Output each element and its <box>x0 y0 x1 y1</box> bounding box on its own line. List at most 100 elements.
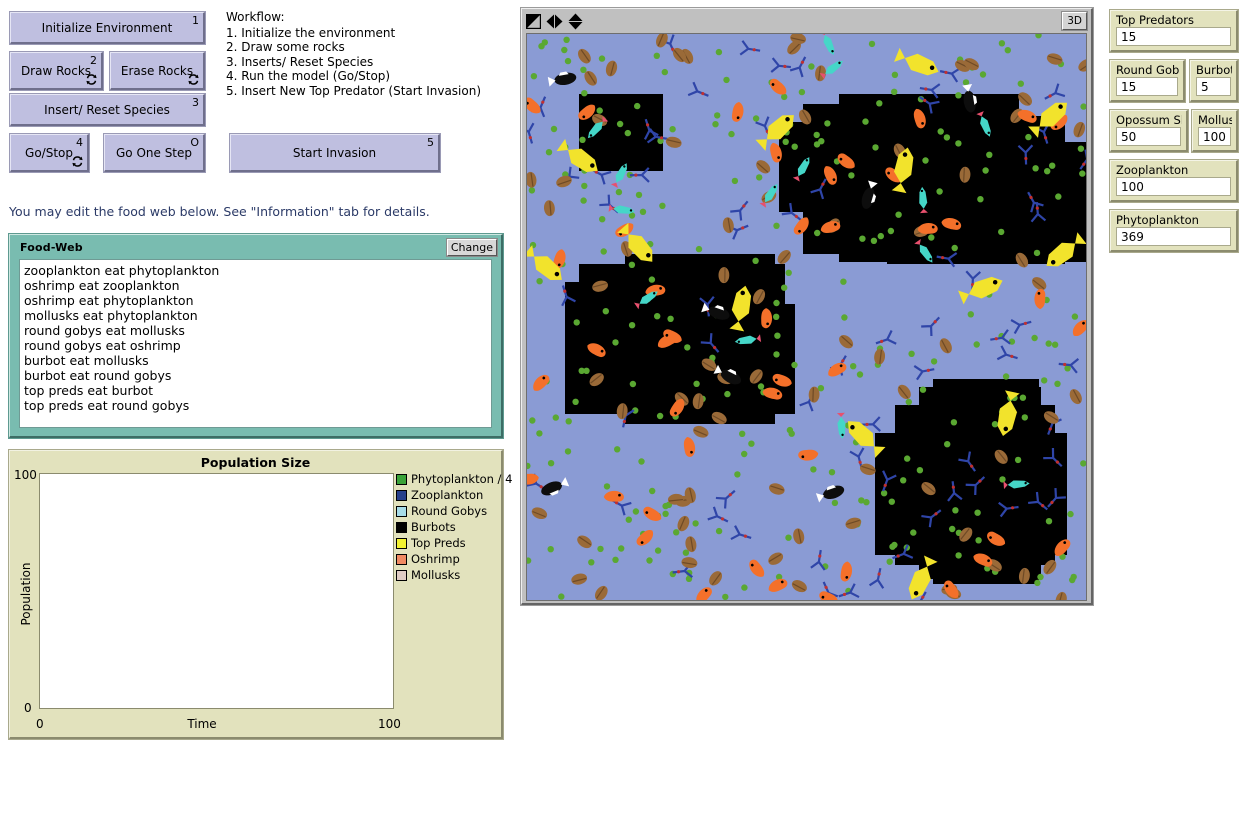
monitor-label: Opossum Shrim <box>1116 113 1182 127</box>
monitor-label: Top Predators <box>1116 13 1194 27</box>
workflow-title: Workflow: <box>226 10 285 24</box>
food-web-rule: round gobys eat mollusks <box>24 323 185 338</box>
monitor-opossum-shrimp: Opossum Shrim50 <box>1110 110 1188 152</box>
legend-color-swatch <box>396 473 407 485</box>
food-web-panel: Food-Web Change zooplankton eat phytopla… <box>9 234 503 438</box>
monitor-label: Zooplankton <box>1116 163 1189 177</box>
plot-drawing-area[interactable] <box>39 473 394 709</box>
food-web-text-area[interactable]: zooplankton eat phytoplankton oshrimp eat… <box>19 259 492 428</box>
y-axis-min-tick: 0 <box>24 701 32 715</box>
legend-item: Phytoplankton / 4 <box>396 471 512 487</box>
world-view-panel: 3D <box>521 8 1093 605</box>
legend-item: Oshrimp <box>396 551 500 567</box>
monitor-value: 100 <box>1198 127 1231 146</box>
initialize-environment-button[interactable]: Initialize Environment 1 <box>10 12 205 44</box>
plot-legend: Phytoplankton / 4 Zooplankton Round Gobys B… <box>396 471 512 583</box>
legend-label: Round Gobys <box>411 504 488 518</box>
workflow-step-list: 1. Initialize the environment 2. Draw so… <box>226 26 486 99</box>
monitor-label: Burbot <box>1196 63 1232 77</box>
workflow-step: 3. Inserts/ Reset Species <box>226 54 374 69</box>
button-label: Go One Step <box>115 145 193 160</box>
legend-label: Oshrimp <box>411 552 460 566</box>
plot-title: Population Size <box>200 455 311 470</box>
world-view-canvas[interactable] <box>526 33 1087 601</box>
food-web-rule: top preds eat burbot <box>24 383 154 398</box>
legend-item: Mollusks <box>396 567 500 583</box>
monitor-value: 369 <box>1116 227 1231 246</box>
button-shortcut-key: 1 <box>192 14 199 27</box>
population-size-plot: Population Size 100 0 Population 0 100 T… <box>9 450 512 739</box>
monitor-value: 50 <box>1116 127 1181 146</box>
monitor-label: Phytoplankton <box>1116 213 1199 227</box>
food-web-rule: burbot eat round gobys <box>24 368 172 383</box>
button-shortcut-key: O <box>190 136 199 149</box>
legend-item: Burbots <box>396 519 500 535</box>
button-shortcut-key: 3 <box>192 96 199 109</box>
world-view-3d-button[interactable]: 3D <box>1062 12 1087 30</box>
button-label: Start Invasion <box>292 145 377 160</box>
workflow-step: 1. Initialize the environment <box>226 25 396 40</box>
legend-color-swatch <box>396 505 407 517</box>
erase-rocks-button[interactable]: Erase Rocks <box>110 52 205 90</box>
forever-loop-icon <box>86 74 97 87</box>
workflow-step: 5. Insert New Top Predator (Start Invasi… <box>226 83 482 98</box>
world-agents-layer <box>527 34 1086 600</box>
workflow-instructions: Workflow: 1. Initialize the environment … <box>226 10 486 99</box>
workflow-step: 4. Run the model (Go/Stop) <box>226 69 391 84</box>
food-web-rule: mollusks eat phytoplankton <box>24 308 198 323</box>
legend-color-swatch <box>396 537 407 549</box>
arrows-horizontal-icon[interactable] <box>546 14 563 29</box>
legend-color-swatch <box>396 489 407 501</box>
food-web-hint-text: You may edit the food web below. See "In… <box>9 204 430 219</box>
start-invasion-button[interactable]: Start Invasion 5 <box>230 134 440 172</box>
x-axis-label: Time <box>187 717 217 731</box>
forever-loop-icon <box>188 74 199 87</box>
button-shortcut-key: 4 <box>76 136 83 149</box>
legend-label: Phytoplankton / 4 <box>411 472 513 486</box>
arrows-vertical-icon[interactable] <box>568 13 583 30</box>
y-axis-label: Population <box>19 562 33 626</box>
food-web-rule: burbot eat mollusks <box>24 353 149 368</box>
monitor-value: 100 <box>1116 177 1231 196</box>
legend-label: Top Preds <box>411 536 466 550</box>
monitor-value: 5 <box>1196 77 1231 96</box>
monitor-burbot: Burbot 5 <box>1190 60 1238 102</box>
legend-label: Zooplankton <box>411 488 484 502</box>
food-web-rule: round gobys eat oshrimp <box>24 338 181 353</box>
button-shortcut-key: 2 <box>90 54 97 67</box>
monitor-zooplankton: Zooplankton 100 <box>1110 160 1238 202</box>
go-stop-button[interactable]: Go/Stop 4 <box>10 134 89 172</box>
legend-item: Zooplankton <box>396 487 500 503</box>
legend-color-swatch <box>396 569 407 581</box>
legend-color-swatch <box>396 521 407 533</box>
food-web-rule: oshrimp eat phytoplankton <box>24 293 194 308</box>
monitor-phytoplankton: Phytoplankton 369 <box>1110 210 1238 252</box>
food-web-change-button[interactable]: Change <box>446 239 497 256</box>
monitor-value: 15 <box>1116 77 1178 96</box>
button-label: Insert/ Reset Species <box>44 102 170 117</box>
workflow-step: 2. Draw some rocks <box>226 40 345 55</box>
food-web-rule: oshrimp eat zooplankton <box>24 278 180 293</box>
draw-rocks-button[interactable]: Draw Rocks 2 <box>10 52 103 90</box>
monitor-label: Mollusks <box>1198 113 1232 127</box>
resize-diagonal-icon[interactable] <box>526 14 541 29</box>
monitor-value: 15 <box>1116 27 1231 46</box>
forever-loop-icon <box>72 156 83 169</box>
insert-reset-species-button[interactable]: Insert/ Reset Species 3 <box>10 94 205 126</box>
monitor-label: Round Gobys <box>1116 63 1179 77</box>
y-axis-max-tick: 100 <box>14 468 37 482</box>
monitor-mollusks: Mollusks100 <box>1192 110 1238 152</box>
food-web-title: Food-Web <box>20 241 83 254</box>
legend-label: Mollusks <box>411 568 461 582</box>
button-label: Initialize Environment <box>41 20 173 35</box>
legend-color-swatch <box>396 553 407 565</box>
legend-label: Burbots <box>411 520 456 534</box>
button-shortcut-key: 5 <box>427 136 434 149</box>
monitor-top-predators: Top Predators 15 <box>1110 10 1238 52</box>
world-view-icon-group <box>526 13 583 30</box>
go-one-step-button[interactable]: Go One Step O <box>104 134 205 172</box>
food-web-rule: top preds eat round gobys <box>24 398 190 413</box>
world-view-toolbar: 3D <box>522 9 1091 33</box>
legend-item: Top Preds <box>396 535 500 551</box>
monitor-round-gobys: Round Gobys15 <box>1110 60 1185 102</box>
